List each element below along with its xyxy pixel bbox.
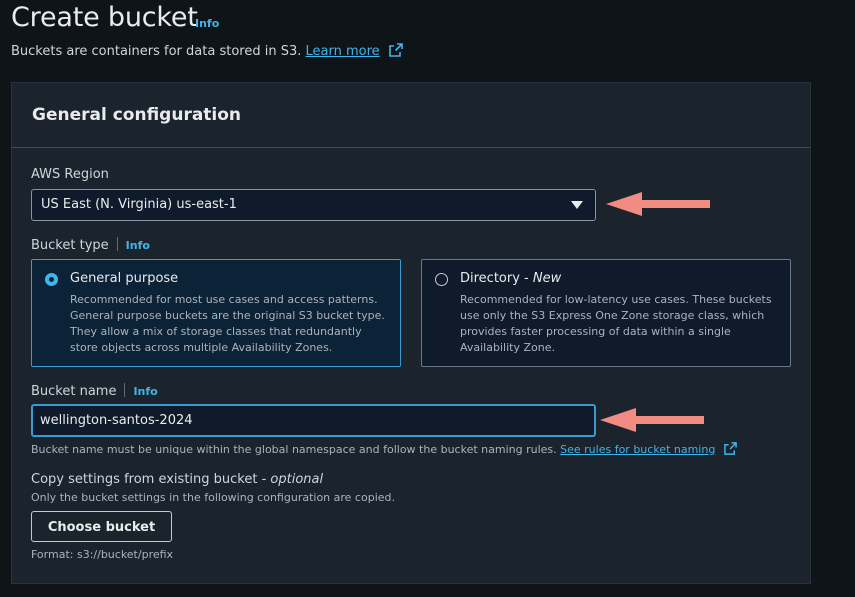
bucket-format-hint: Format: s3://bucket/prefix — [31, 548, 174, 561]
bucket-name-value: wellington-santos-2024 — [40, 413, 193, 428]
aws-region-label: AWS Region — [31, 167, 109, 182]
bucket-name-input[interactable]: wellington-santos-2024 — [31, 404, 596, 437]
radio-unselected-icon[interactable] — [435, 273, 448, 286]
caret-down-icon — [571, 201, 583, 209]
learn-more-link[interactable]: Learn more — [306, 44, 380, 59]
bucket-type-label: Bucket type — [31, 238, 109, 253]
directory-title: Directory - New — [460, 271, 561, 286]
general-purpose-title: General purpose — [70, 271, 179, 286]
choose-bucket-button[interactable]: Choose bucket — [31, 511, 172, 542]
bucket-name-info-link[interactable]: Info — [133, 385, 157, 398]
radio-selected-icon[interactable] — [45, 273, 58, 286]
general-purpose-description: Recommended for most use cases and acces… — [70, 293, 385, 354]
page-description-text: Buckets are containers for data stored i… — [11, 44, 302, 59]
copy-settings-label-text: Copy settings from existing bucket - — [31, 472, 271, 487]
bucket-name-label: Bucket name — [31, 384, 117, 399]
aws-region-value: US East (N. Virginia) us-east-1 — [41, 197, 237, 212]
new-badge: New — [532, 271, 562, 286]
title-info-link[interactable]: Info — [195, 17, 219, 30]
annotation-arrow-icon — [600, 408, 704, 432]
external-link-icon — [388, 43, 403, 57]
bucket-type-general-purpose-tile[interactable]: General purpose Recommended for most use… — [31, 259, 401, 367]
bucket-name-hint: Bucket name must be unique within the gl… — [31, 442, 737, 456]
label-separator — [116, 237, 118, 251]
panel-header: General configuration — [12, 83, 810, 148]
directory-description: Recommended for low-latency use cases. T… — [460, 293, 772, 354]
external-link-icon — [724, 442, 737, 455]
bucket-type-directory-tile[interactable]: Directory - New Recommended for low-late… — [421, 259, 791, 367]
optional-tag: optional — [270, 472, 324, 487]
bucket-name-hint-text: Bucket name must be unique within the gl… — [31, 443, 557, 456]
directory-title-text: Directory - — [460, 271, 533, 286]
copy-settings-description: Only the bucket settings in the followin… — [31, 491, 395, 504]
copy-settings-label: Copy settings from existing bucket - opt… — [31, 472, 323, 487]
panel-title: General configuration — [32, 105, 242, 125]
aws-region-select[interactable]: US East (N. Virginia) us-east-1 — [31, 189, 596, 221]
page-title: Create bucket — [11, 2, 198, 33]
page-description: Buckets are containers for data stored i… — [11, 43, 403, 59]
label-separator — [124, 383, 126, 397]
bucket-naming-rules-link[interactable]: See rules for bucket naming — [560, 443, 715, 456]
bucket-type-info-link[interactable]: Info — [126, 239, 150, 252]
bucket-name-label-row: Bucket name Info — [31, 383, 158, 399]
bucket-type-label-row: Bucket type Info — [31, 237, 150, 253]
annotation-arrow-icon — [606, 192, 710, 216]
